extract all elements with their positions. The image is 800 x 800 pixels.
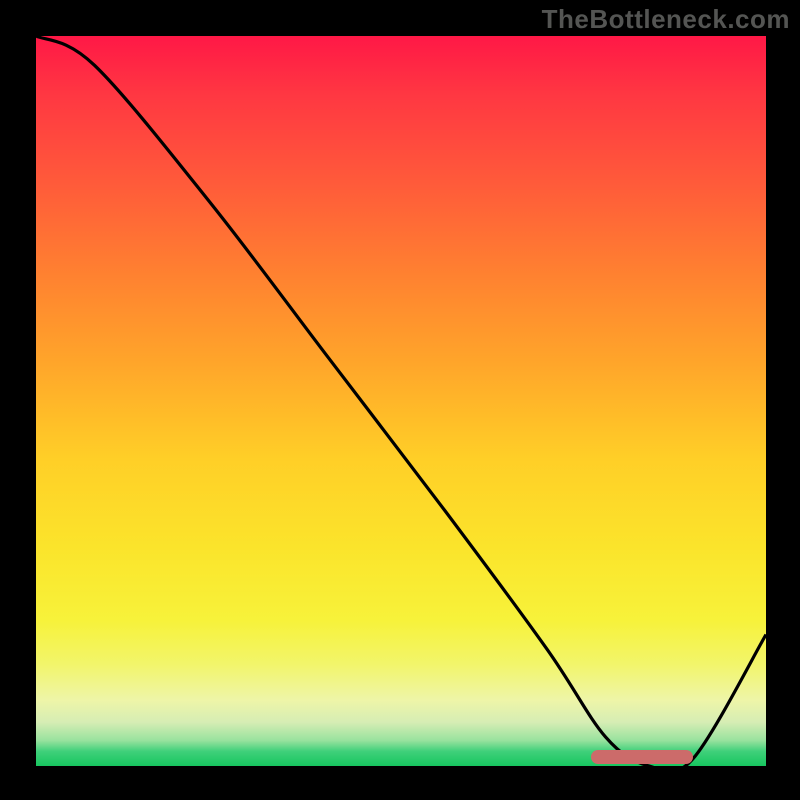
bottleneck-curve [36, 36, 766, 772]
optimal-range-marker [591, 750, 693, 764]
plot-area [36, 36, 766, 766]
chart-container: TheBottleneck.com [0, 0, 800, 800]
curve-svg [36, 36, 766, 766]
watermark-text: TheBottleneck.com [542, 4, 790, 35]
